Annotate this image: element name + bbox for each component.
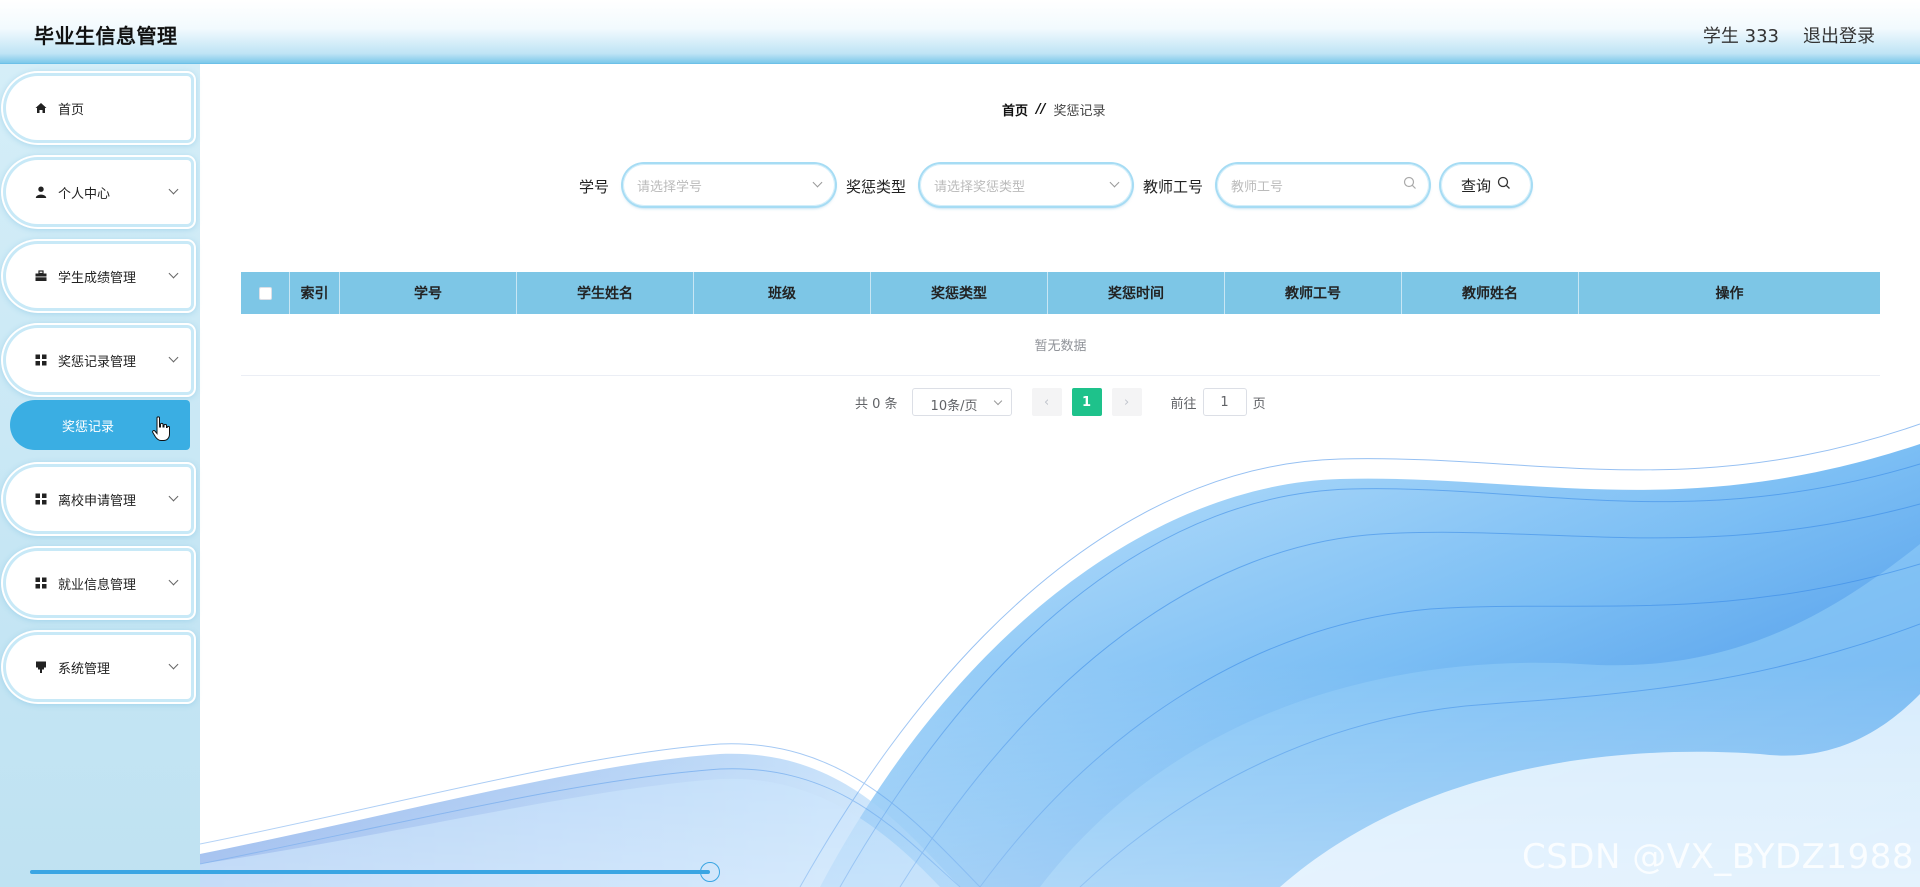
grid-icon [34,353,48,367]
user-label[interactable]: 学生 333 [1703,22,1779,48]
sidebar-item-label: 就业信息管理 [58,577,137,593]
reward-type-label: 奖惩类型 [846,178,907,196]
breadcrumb-home[interactable]: 首页 [1002,100,1028,119]
chevron-left-icon: ‹ [1043,394,1050,410]
user-icon [34,185,48,199]
total-count: 共 0 条 [855,396,898,412]
teacher-no-input[interactable]: 教师工号 [1217,164,1429,206]
query-button[interactable]: 查询 [1441,164,1531,206]
scroll-handle[interactable] [700,862,720,882]
sidebar-item-system-management[interactable]: 系统管理 [6,635,191,699]
breadcrumb-separator: // [1036,102,1046,117]
empty-text: 暂无数据 [1034,339,1087,354]
chevron-down-icon [168,352,179,363]
chevron-down-icon [168,268,179,279]
sidebar-item-employment-management[interactable]: 就业信息管理 [6,551,191,615]
briefcase-icon [34,269,48,283]
column-header: 学号 [340,272,517,314]
reward-type-select[interactable]: 请选择奖惩类型 [920,164,1132,206]
column-header: 学生姓名 [517,272,694,314]
sidebar-item-leave-management[interactable]: 离校申请管理 [6,467,191,531]
pin-icon [34,660,48,674]
prev-page-button[interactable]: ‹ [1031,388,1062,416]
sidebar-item-label: 首页 [58,102,85,118]
sidebar-item-label: 奖惩记录管理 [58,354,137,370]
column-header: 奖惩时间 [1048,272,1225,314]
submenu-item-label: 奖惩记录 [62,419,115,435]
chevron-down-icon [168,659,179,670]
chevron-right-icon: › [1123,394,1130,410]
sidebar-item-home[interactable]: 首页 [6,76,191,140]
grid-icon [34,492,48,506]
page-unit-label: 页 [1252,396,1266,412]
chevron-down-icon [812,177,823,188]
home-icon [34,101,48,115]
pagination: 共 0 条 10条/页 ‹ 1 › 前往 1 页 [855,388,1266,416]
chevron-down-icon [168,491,179,502]
sidebar-item-label: 系统管理 [58,661,111,677]
student-no-select[interactable]: 请选择学号 [623,164,835,206]
student-no-placeholder: 请选择学号 [637,180,703,195]
sidebar-item-reward-management[interactable]: 奖惩记录管理 [6,328,191,392]
page-size-select[interactable]: 10条/页 [911,388,1012,416]
grid-icon [34,576,48,590]
query-button-label: 查询 [1460,176,1491,195]
app-title: 毕业生信息管理 [34,24,178,48]
hand-cursor-icon [152,416,170,446]
search-icon [1403,176,1417,194]
student-no-label: 学号 [579,178,610,196]
select-all-cell [241,272,290,314]
chevron-down-icon [168,575,179,586]
breadcrumb: 首页 // 奖惩记录 [1002,100,1106,119]
column-header: 奖惩类型 [871,272,1048,314]
column-header: 索引 [290,272,340,314]
goto-page-input[interactable]: 1 [1202,388,1247,416]
page-size-value: 10条/页 [930,399,978,414]
column-header: 教师姓名 [1402,272,1579,314]
reward-records-table: 索引 学号 学生姓名 班级 奖惩类型 奖惩时间 教师工号 教师姓名 操作 暂无数… [241,272,1880,376]
chevron-down-icon [993,396,1002,406]
logout-link[interactable]: 退出登录 [1803,22,1875,48]
teacher-no-label: 教师工号 [1143,178,1204,196]
next-page-button[interactable]: › [1111,388,1142,416]
sidebar-item-label: 学生成绩管理 [58,270,137,286]
search-icon [1497,176,1511,194]
column-header: 班级 [694,272,871,314]
watermark: CSDN @VX_BYDZ1988 [1521,837,1914,877]
breadcrumb-current: 奖惩记录 [1053,104,1106,119]
teacher-no-placeholder: 教师工号 [1231,180,1284,195]
table-header: 索引 学号 学生姓名 班级 奖惩类型 奖惩时间 教师工号 教师姓名 操作 [241,272,1880,314]
table-empty-row: 暂无数据 [241,314,1880,376]
top-header: 毕业生信息管理 学生 333 退出登录 [0,0,1920,64]
sidebar-item-score-management[interactable]: 学生成绩管理 [6,244,191,308]
page-number-active[interactable]: 1 [1071,388,1102,416]
header-user-area: 学生 333 退出登录 [1703,22,1875,48]
horizontal-scrollbar[interactable] [30,870,710,874]
select-all-checkbox[interactable] [258,286,272,300]
sidebar-item-personal-center[interactable]: 个人中心 [6,160,191,224]
sidebar-item-label: 个人中心 [58,186,111,202]
chevron-down-icon [168,184,179,195]
goto-label: 前往 [1170,396,1197,412]
sidebar-item-label: 离校申请管理 [58,493,137,509]
column-header: 教师工号 [1225,272,1402,314]
chevron-down-icon [1109,177,1120,188]
column-header: 操作 [1715,286,1744,302]
reward-type-placeholder: 请选择奖惩类型 [934,180,1026,195]
